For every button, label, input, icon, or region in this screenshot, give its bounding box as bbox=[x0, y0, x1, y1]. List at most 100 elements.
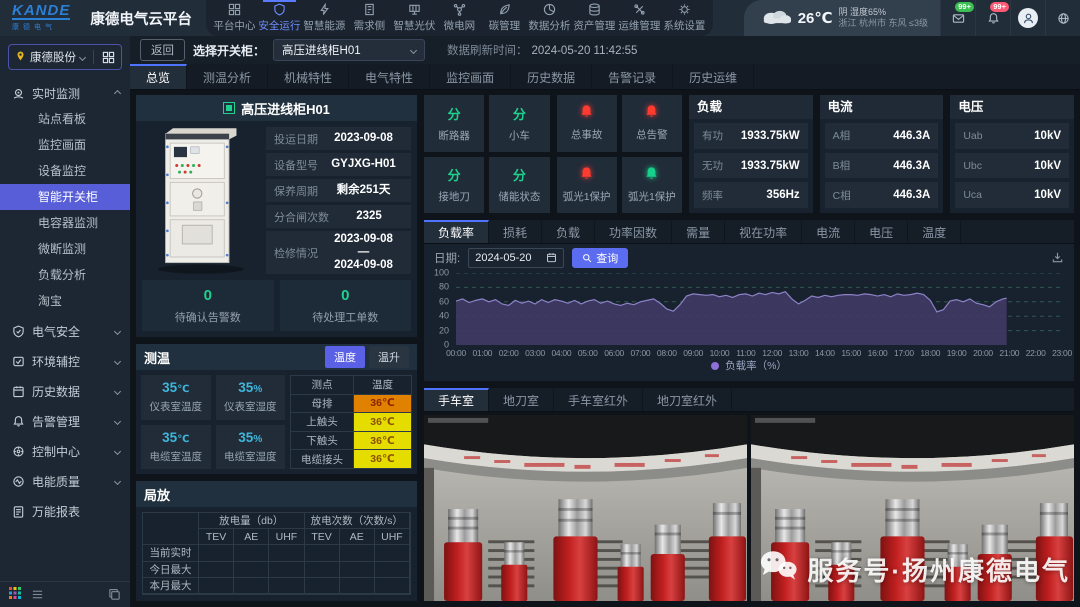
pd-value bbox=[234, 562, 269, 578]
org-selector[interactable]: 康德股份 bbox=[8, 44, 122, 70]
sidebar-section-5[interactable]: 控制中心 bbox=[0, 438, 130, 464]
nav-item-6[interactable]: 碳管理 bbox=[482, 0, 527, 36]
main-tab-5[interactable]: 历史数据 bbox=[511, 64, 592, 89]
chevron-down-icon bbox=[114, 327, 121, 334]
field-label: 检修情况 bbox=[274, 245, 318, 261]
thermal-toggle-1[interactable]: 温升 bbox=[369, 346, 409, 368]
metric-row-0: 有功1933.75kW bbox=[694, 123, 808, 149]
sidebar-section-3[interactable]: 历史数据 bbox=[0, 378, 130, 404]
chart-tab-0[interactable]: 负载率 bbox=[424, 220, 489, 243]
field-value: 剩余251天 bbox=[324, 184, 403, 197]
nav-item-8[interactable]: 资产管理 bbox=[572, 0, 617, 36]
nav-item-1[interactable]: 安全运行 bbox=[257, 0, 302, 36]
date-input[interactable] bbox=[475, 252, 541, 264]
sidebar-item-2[interactable]: 设备监控 bbox=[0, 158, 130, 184]
search-icon bbox=[582, 253, 592, 263]
chart-tab-8[interactable]: 温度 bbox=[908, 220, 961, 243]
main-tab-3[interactable]: 电气特性 bbox=[349, 64, 430, 89]
sidebar-section-label: 电能质量 bbox=[32, 473, 108, 490]
org-grid-icon[interactable] bbox=[102, 51, 115, 64]
sidebar-section-4[interactable]: 告警管理 bbox=[0, 408, 130, 434]
pd-value bbox=[340, 578, 375, 594]
envelope-icon bbox=[952, 12, 965, 25]
thermal-panel-header: 测温 温度温升 bbox=[136, 344, 417, 370]
back-button[interactable]: 返回 bbox=[140, 39, 185, 61]
main-tab-1[interactable]: 测温分析 bbox=[187, 64, 268, 89]
nav-item-0[interactable]: 平台中心 bbox=[212, 0, 257, 36]
chart-tab-1[interactable]: 损耗 bbox=[489, 220, 542, 243]
user-avatar-button[interactable] bbox=[1010, 0, 1045, 36]
chart-tab-2[interactable]: 负载 bbox=[542, 220, 595, 243]
main-tab-2[interactable]: 机械特性 bbox=[268, 64, 349, 89]
messages-button[interactable]: 99+ bbox=[940, 0, 975, 36]
chart-tab-7[interactable]: 电压 bbox=[855, 220, 908, 243]
sidebar-section-6[interactable]: 电能质量 bbox=[0, 468, 130, 494]
nav-item-2[interactable]: 智慧能源 bbox=[302, 0, 347, 36]
metric-label: Uab bbox=[963, 130, 982, 142]
nav-item-3[interactable]: 需求侧 bbox=[347, 0, 392, 36]
date-picker[interactable] bbox=[468, 248, 564, 268]
x-tick-label: 09:00 bbox=[683, 348, 703, 358]
sidebar-item-0[interactable]: 站点看板 bbox=[0, 106, 130, 132]
location-pin-icon bbox=[15, 50, 26, 65]
camera-panel: 手车室地刀室手车室红外地刀室红外 服务号·扬州康德电气 bbox=[424, 388, 1074, 601]
chart-tab-3[interactable]: 功率因数 bbox=[595, 220, 672, 243]
camera-tab-2[interactable]: 手车室红外 bbox=[554, 388, 643, 411]
chevron-up-icon bbox=[114, 89, 121, 96]
nav-item-label: 需求侧 bbox=[354, 18, 386, 33]
shield-icon bbox=[273, 3, 286, 16]
sidebar-item-7[interactable]: 淘宝 bbox=[0, 288, 130, 314]
nav-item-10[interactable]: 系统设置 bbox=[662, 0, 707, 36]
camera-tab-0[interactable]: 手车室 bbox=[424, 388, 489, 411]
main-tab-4[interactable]: 监控画面 bbox=[430, 64, 511, 89]
main-tab-6[interactable]: 告警记录 bbox=[592, 64, 673, 89]
sidebar-item-6[interactable]: 负载分析 bbox=[0, 262, 130, 288]
main-area: 返回 选择开关柜： 高压进线柜H01 数据刷新时间：2024-05-20 11:… bbox=[130, 36, 1080, 607]
menu-list-icon[interactable] bbox=[31, 588, 44, 601]
switchgear-select[interactable]: 高压进线柜H01 bbox=[273, 39, 425, 61]
solar-icon bbox=[408, 3, 421, 16]
sidebar-section-2[interactable]: 环境辅控 bbox=[0, 348, 130, 374]
header-right: 26℃ 阴 湿度65% 浙江 杭州市 东风 ≤3级 99+ 99+ bbox=[744, 0, 1080, 36]
nav-item-5[interactable]: 微电网 bbox=[437, 0, 482, 36]
camera-tab-3[interactable]: 地刀室红外 bbox=[643, 388, 732, 411]
main-tab-7[interactable]: 历史运维 bbox=[673, 64, 754, 89]
energy-icon bbox=[318, 3, 331, 16]
alarm-bell-icon bbox=[644, 104, 659, 122]
download-icon[interactable] bbox=[1051, 251, 1064, 264]
settings-globe-button[interactable] bbox=[1045, 0, 1080, 36]
sidebar-item-5[interactable]: 微断监测 bbox=[0, 236, 130, 262]
metric-value: 446.3A bbox=[893, 189, 930, 201]
alerts-button[interactable]: 99+ bbox=[975, 0, 1010, 36]
thermal-toggle-0[interactable]: 温度 bbox=[325, 346, 365, 368]
camera-tab-1[interactable]: 地刀室 bbox=[489, 388, 554, 411]
field-label: 分合闸次数 bbox=[274, 209, 329, 225]
main-tab-0[interactable]: 总览 bbox=[130, 64, 187, 89]
x-tick-label: 13:00 bbox=[789, 348, 809, 358]
pd-table: 放电量（db）放电次数（次数/s）TEVAEUHFTEVAEUHF当前实时今日最… bbox=[142, 512, 411, 595]
metric-label: Ubc bbox=[963, 160, 982, 172]
apps-grid-icon[interactable] bbox=[9, 587, 21, 602]
sidebar-section-7[interactable]: 万能报表 bbox=[0, 498, 130, 524]
chart-tab-6[interactable]: 电流 bbox=[802, 220, 855, 243]
camera-frame-right[interactable] bbox=[751, 415, 1074, 601]
query-button[interactable]: 查询 bbox=[572, 248, 628, 268]
chart-tab-4[interactable]: 需量 bbox=[672, 220, 725, 243]
sidebar-section-0[interactable]: 实时监测 bbox=[0, 80, 130, 106]
nav-item-7[interactable]: 数据分析 bbox=[527, 0, 572, 36]
nav-item-9[interactable]: 运维管理 bbox=[617, 0, 662, 36]
chart-legend[interactable]: 负载率（%） bbox=[424, 358, 1074, 373]
copy-icon[interactable] bbox=[108, 588, 121, 601]
thermal-unit: % bbox=[253, 434, 262, 445]
camera-frame-left[interactable] bbox=[424, 415, 747, 601]
sidebar-item-4[interactable]: 电容器监测 bbox=[0, 210, 130, 236]
thermal-table-header: 测点温度 bbox=[291, 376, 411, 395]
equipment-fields: 投运日期2023-09-08设备型号GYJXG-H01保养周期剩余251天分合闸… bbox=[266, 127, 411, 274]
nav-item-4[interactable]: 智慧光伏 bbox=[392, 0, 437, 36]
chart-tab-5[interactable]: 视在功率 bbox=[725, 220, 802, 243]
sidebar-item-1[interactable]: 监控画面 bbox=[0, 132, 130, 158]
alarm-label: 总事故 bbox=[571, 127, 603, 142]
sidebar-item-3[interactable]: 智能开关柜 bbox=[0, 184, 130, 210]
sidebar-section-1[interactable]: 电气安全 bbox=[0, 318, 130, 344]
equipment-field-3: 分合闸次数2325 bbox=[266, 205, 411, 228]
